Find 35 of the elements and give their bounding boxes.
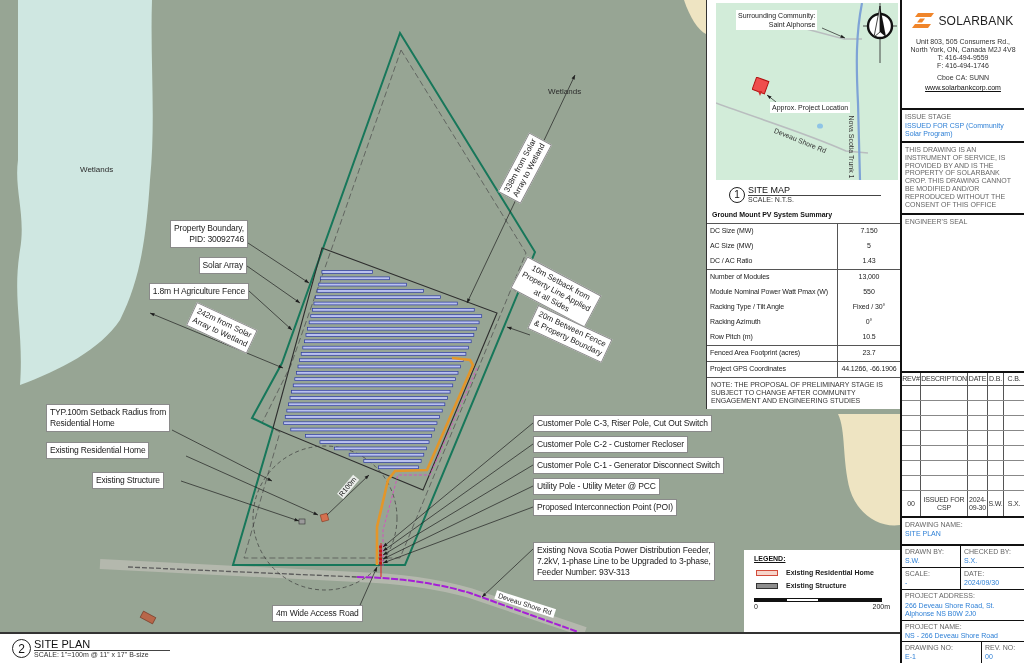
leader-arrow [766, 94, 777, 103]
dimension-line [506, 326, 531, 336]
home-marker-icon [139, 610, 157, 625]
annotation-label: Property Boundary, PID: 30092746 [170, 220, 248, 248]
company-name: SOLARBANK [938, 13, 1014, 28]
logo-mark-icon [912, 13, 935, 28]
leader-arrow [821, 27, 846, 39]
solar-panel-row [363, 459, 422, 463]
service-line [380, 542, 382, 578]
annotation-label: Customer Pole C-3, Riser Pole, Cut Out Switch [533, 415, 712, 432]
solar-panel-row [378, 465, 419, 470]
annotation-label: 4m Wide Access Road [272, 605, 363, 622]
sand-area [684, 0, 706, 34]
structure-marker-icon [298, 518, 306, 525]
annotation-label: Solar Array [198, 257, 247, 274]
annotation-label: Existing Structure [92, 472, 164, 489]
dimension-line [326, 474, 370, 516]
annotation-label: Utility Pole - Utility Meter @ PCC [533, 478, 660, 495]
annotation-label: Customer Pole C-1 - Generator Disconnect Switch [533, 457, 724, 474]
annotation-label: Proposed Interconnection Point (POI) [533, 499, 677, 516]
annotation-label: Existing Residential Home [46, 442, 150, 459]
leader-arrow [246, 265, 301, 304]
home-marker-icon [319, 512, 330, 523]
annotation-label: TYP.100m Setback Radius from Residential Home [46, 404, 171, 432]
pond-icon [817, 123, 823, 129]
annotation-label: Customer Pole C-2 - Customer Recloser [533, 436, 689, 453]
solar-panel-row [321, 270, 373, 274]
leader-arrow [247, 242, 310, 284]
view-title: SITE MAP [748, 185, 881, 196]
area-label: Wetlands [548, 86, 582, 98]
annotation-label: 1.8m H Agriculture Fence [148, 283, 249, 300]
area-label: Wetlands [80, 164, 114, 176]
location-marker-icon [752, 77, 770, 97]
view-title: SITE PLAN [34, 638, 170, 651]
annotation-label: Existing Nova Scotia Power Distribution Feeder, 7.2kV, 1-phase Line to be Upgraded to 3-phase, Feeder Number: 93V-313 [533, 542, 715, 581]
